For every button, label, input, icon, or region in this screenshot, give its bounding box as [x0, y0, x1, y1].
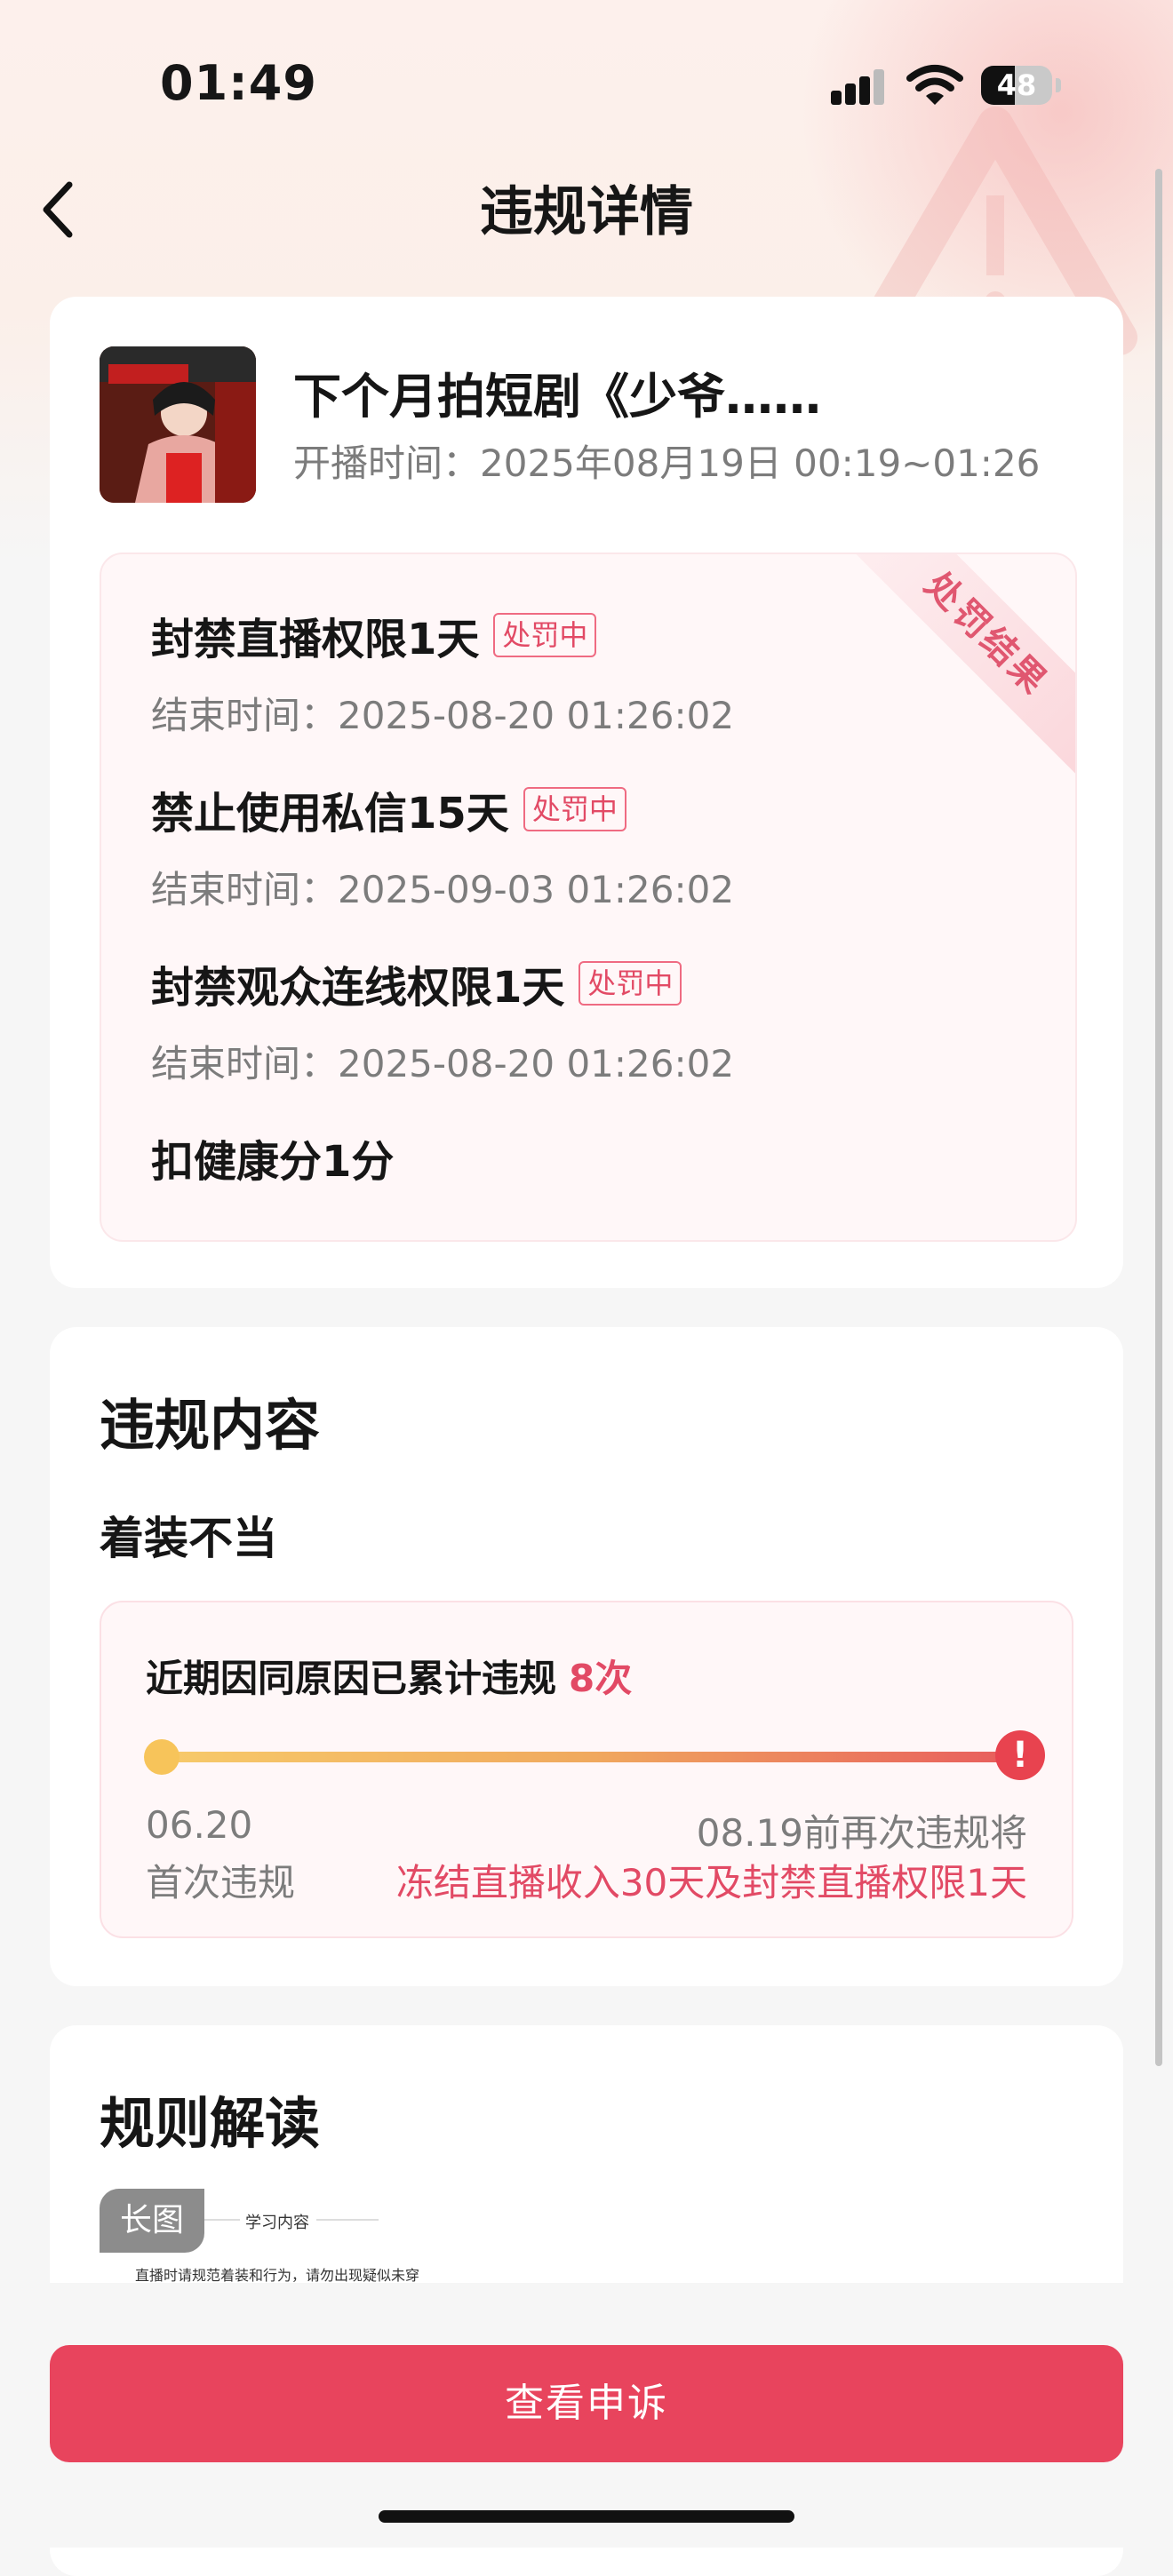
thumb-divider — [316, 2219, 379, 2221]
live-title: 下个月拍短剧《少爷…… — [293, 369, 821, 425]
home-indicator[interactable] — [379, 2510, 794, 2523]
penalty-name: 扣健康分1分 — [151, 1137, 395, 1187]
thumb-divider — [204, 2219, 240, 2221]
live-time: 开播时间：2025年08月19日 00:19~01:26 — [293, 433, 1040, 488]
status-badge: 处罚中 — [523, 787, 626, 831]
thumb-text: 直播时请规范着装和行为，请勿出现疑似未穿衣、半 — [135, 2267, 419, 2284]
violation-progress-track — [164, 1752, 1013, 1762]
live-time-value: 2025年08月19日 00:19~01:26 — [480, 441, 1041, 485]
battery-tip — [1056, 78, 1061, 92]
battery-icon: 48 — [981, 66, 1052, 105]
penalty-name: 封禁直播权限1天 — [151, 615, 480, 664]
next-violation-penalty: 冻结直播收入30天及封禁直播权限1天 — [395, 1861, 1027, 1904]
penalty-item: 禁止使用私信15天 处罚中 结束时间：2025-09-03 01:26:02 — [151, 778, 734, 914]
rules-section-title: 规则解读 — [100, 2091, 321, 2156]
penalty-item: 扣健康分1分 — [151, 1126, 394, 1189]
next-violation-date: 08.19前再次违规将 — [696, 1811, 1027, 1855]
violation-count-box: 近期因同原因已累计违规 8次 ! 06.20 首次违规 08.19前再次违规将 冻… — [100, 1601, 1073, 1938]
view-appeal-button[interactable]: 查看申诉 — [50, 2345, 1123, 2462]
violation-reason: 着装不当 — [100, 1513, 277, 1564]
penalty-name: 禁止使用私信15天 — [151, 789, 509, 839]
status-badge: 处罚中 — [493, 613, 597, 657]
penalty-item: 封禁直播权限1天 处罚中 结束时间：2025-08-20 01:26:02 — [151, 604, 734, 740]
wifi-icon — [906, 65, 963, 105]
scrollbar[interactable] — [1155, 169, 1162, 2066]
penalty-end-time: 结束时间：2025-08-20 01:26:02 — [151, 1042, 735, 1085]
status-time: 01:49 — [160, 55, 317, 111]
live-time-label: 开播时间： — [293, 441, 481, 485]
battery-level: 48 — [996, 68, 1037, 102]
first-violation-dot — [144, 1739, 180, 1775]
bottom-bar: 查看申诉 — [0, 2283, 1173, 2548]
penalty-name: 封禁观众连线权限1天 — [151, 963, 565, 1013]
penalty-end-time: 结束时间：2025-08-20 01:26:02 — [151, 694, 735, 737]
violation-count-text: 近期因同原因已累计违规 8次 — [146, 1657, 633, 1700]
thumb-heading: 学习内容 — [245, 2214, 309, 2232]
penalty-end-time: 结束时间：2025-09-03 01:26:02 — [151, 868, 735, 911]
page-title: 违规详情 — [480, 181, 693, 243]
penalty-result-ribbon: 处罚结果 — [829, 554, 1075, 791]
penalty-card: 下个月拍短剧《少爷…… 开播时间：2025年08月19日 00:19~01:26… — [50, 297, 1123, 1288]
status-bar: 01:49 48 — [0, 0, 1173, 133]
live-cover-image[interactable] — [100, 346, 256, 503]
penalty-result-box: 处罚结果 封禁直播权限1天 处罚中 结束时间：2025-08-20 01:26:0… — [100, 553, 1077, 1242]
status-badge: 处罚中 — [579, 961, 682, 1006]
long-image-tag: 长图 — [100, 2189, 204, 2253]
penalty-item: 封禁观众连线权限1天 处罚中 结束时间：2025-08-20 01:26:02 — [151, 952, 734, 1088]
first-violation-date: 06.20 — [146, 1803, 253, 1847]
first-violation-label: 首次违规 — [146, 1861, 296, 1904]
violation-card: 违规内容 着装不当 近期因同原因已累计违规 8次 ! 06.20 首次违规 08.… — [50, 1327, 1123, 1986]
warning-icon: ! — [995, 1730, 1045, 1780]
violation-section-title: 违规内容 — [100, 1393, 321, 1458]
signal-icon — [831, 69, 888, 105]
violation-count-value: 8次 — [569, 1657, 633, 1700]
